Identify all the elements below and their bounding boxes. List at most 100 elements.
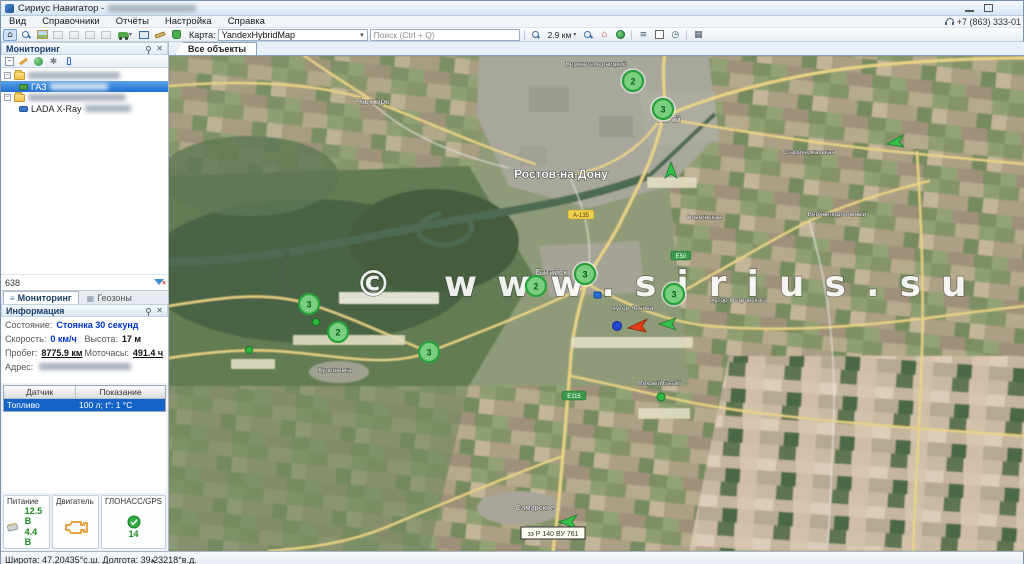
satellite-map[interactable]: Верхнетемерницкий Чалтырь Аксай Ростов-н… xyxy=(169,56,1024,551)
speed-label: Скорость: xyxy=(5,334,46,344)
scale-selector[interactable]: 2.9 км ▾ xyxy=(545,29,580,41)
zoom-tool-button[interactable] xyxy=(19,29,33,41)
road-badge: E115 xyxy=(562,391,586,400)
tree-item-gaz-selected[interactable]: ГАЗ xyxy=(1,81,168,92)
map-canvas[interactable]: Верхнетемерницкий Чалтырь Аксай Ростов-н… xyxy=(169,56,1024,551)
sensor-table-header: Датчик Показание xyxy=(4,386,165,399)
menu-directories[interactable]: Справочники xyxy=(34,16,108,27)
grid-button[interactable]: ▦ xyxy=(691,29,705,41)
mileage-label: Пробег: xyxy=(5,348,37,358)
title-bar: Сириус Навигатор - xyxy=(1,1,1023,16)
road-badge: А-135 xyxy=(568,210,594,219)
vehicle-dot-marker[interactable] xyxy=(657,393,665,401)
gps-gauge: ГЛОНАСС/GPS 14 xyxy=(101,495,166,549)
zoom-in-button[interactable] xyxy=(581,29,595,41)
show-on-map-button[interactable] xyxy=(33,56,44,66)
ruler-button[interactable] xyxy=(153,29,167,41)
vehicle-icon xyxy=(19,106,28,112)
svg-text:А-135: А-135 xyxy=(573,213,590,219)
cluster-marker[interactable]: 2 xyxy=(328,322,348,342)
tab-geozones[interactable]: ▦ Геозоны xyxy=(81,292,138,304)
place-label: Ольгинская xyxy=(686,214,722,221)
vehicle-dot-marker-blue[interactable] xyxy=(613,322,622,331)
tree-item-lada[interactable]: LADA X-Ray xyxy=(1,103,168,114)
image-button[interactable] xyxy=(35,29,49,41)
collapse-all-button[interactable]: − xyxy=(5,57,14,66)
go-home-button[interactable]: ⌂ xyxy=(597,29,611,41)
gps-satellite-count: 14 xyxy=(129,529,139,539)
place-label: Чалтырь xyxy=(357,97,389,106)
sensor-row-fuel[interactable]: Топливо 100 л; t°: 1 °C xyxy=(4,399,165,411)
menu-view[interactable]: Вид xyxy=(1,16,34,27)
globe-button[interactable] xyxy=(613,29,627,41)
tab-all-objects[interactable]: Все объекты xyxy=(175,42,257,55)
speed-value: 0 км/ч xyxy=(50,334,76,344)
list-view-button[interactable]: ≡ xyxy=(636,29,650,41)
redacted-address xyxy=(39,363,131,370)
monitor-button[interactable] xyxy=(137,29,151,41)
expand-icon[interactable]: − xyxy=(4,72,11,79)
group-button-disabled xyxy=(83,29,97,41)
vehicle-square-marker[interactable] xyxy=(594,292,601,298)
info-panel-body: Состояние: Стоянка 30 секунд Скорость: 0… xyxy=(1,317,168,383)
search-input[interactable] xyxy=(370,29,520,41)
tab-monitoring[interactable]: ≡ Мониторинг xyxy=(3,291,79,304)
map-type-combobox[interactable]: YandexHybridMap ▾ xyxy=(218,29,368,41)
filter-icon[interactable] xyxy=(154,278,164,288)
key-button[interactable] xyxy=(63,56,74,66)
gps-check-icon xyxy=(127,515,141,529)
tree-group-2[interactable]: − xyxy=(1,92,168,103)
home-button[interactable]: ⌂ xyxy=(3,29,17,41)
cluster-marker[interactable]: 2 xyxy=(621,69,645,93)
vehicle-dot-marker[interactable] xyxy=(313,319,320,326)
minimize-button[interactable] xyxy=(965,4,974,12)
history-button[interactable]: ◷ xyxy=(668,29,682,41)
copy-button-disabled xyxy=(67,29,81,41)
edit-button[interactable] xyxy=(18,56,29,66)
menu-settings[interactable]: Настройка xyxy=(157,16,220,27)
cargo-button[interactable] xyxy=(169,29,183,41)
place-label: Кулешовка xyxy=(318,367,352,374)
hours-value[interactable]: 491.4 ч xyxy=(133,348,163,358)
cluster-marker[interactable]: 3 xyxy=(573,262,597,286)
cluster-marker[interactable]: 3 xyxy=(419,342,439,362)
pin-icon[interactable] xyxy=(146,46,151,51)
gps-label: ГЛОНАСС/GPS xyxy=(105,497,162,506)
menu-reports[interactable]: Отчёты xyxy=(108,16,157,27)
folder-icon xyxy=(14,72,25,80)
place-label: Верхнеподпольный xyxy=(808,210,867,218)
info-panel-header: Информация ✕ xyxy=(1,304,168,317)
expand-icon[interactable]: − xyxy=(4,94,11,101)
menu-help[interactable]: Справка xyxy=(220,16,273,27)
settings-button[interactable]: ✱ xyxy=(48,56,59,66)
folder-icon xyxy=(14,94,25,102)
close-icon[interactable]: ✕ xyxy=(156,307,163,315)
mileage-value[interactable]: 8775.9 км xyxy=(41,348,82,358)
sensor-table: Датчик Показание Топливо 100 л; t°: 1 °C xyxy=(3,385,166,412)
restore-button[interactable] xyxy=(984,4,993,12)
cluster-marker[interactable]: 2 xyxy=(526,276,546,296)
window-title: Сириус Навигатор - xyxy=(18,3,104,14)
svg-text:E50: E50 xyxy=(676,254,687,260)
headset-icon xyxy=(946,18,954,26)
status-bar: Широта: 47.20435°с.ш. Долгота: 39.23218°… xyxy=(1,551,1023,564)
height-label: Высота: xyxy=(85,334,118,344)
vehicle-dot-marker[interactable] xyxy=(246,347,253,354)
cluster-marker[interactable]: 3 xyxy=(299,294,319,314)
road-badge: E50 xyxy=(671,251,691,260)
splitter-arrow-icon[interactable]: ▴ xyxy=(151,556,155,564)
cluster-marker[interactable]: 3 xyxy=(662,282,686,306)
city-label-rostov: Ростов-на-Дону xyxy=(514,167,608,181)
support-phone: +7 (863) 333-01 xyxy=(957,17,1021,27)
pin-icon[interactable] xyxy=(146,308,151,313)
vehicle-menu-button[interactable]: ▾ xyxy=(115,29,135,41)
place-label: Верхнетемерницкий xyxy=(566,60,627,68)
monitoring-toolbar: − ✱ xyxy=(1,55,168,68)
sensor-name: Топливо xyxy=(4,400,76,410)
zoom-out-button[interactable] xyxy=(529,29,543,41)
close-icon[interactable]: ✕ xyxy=(156,45,163,53)
cluster-marker[interactable]: 3 xyxy=(651,97,675,121)
tree-group-1[interactable]: − xyxy=(1,70,168,81)
place-label: хутор Ленина xyxy=(613,305,654,312)
fullscreen-button[interactable] xyxy=(652,29,666,41)
